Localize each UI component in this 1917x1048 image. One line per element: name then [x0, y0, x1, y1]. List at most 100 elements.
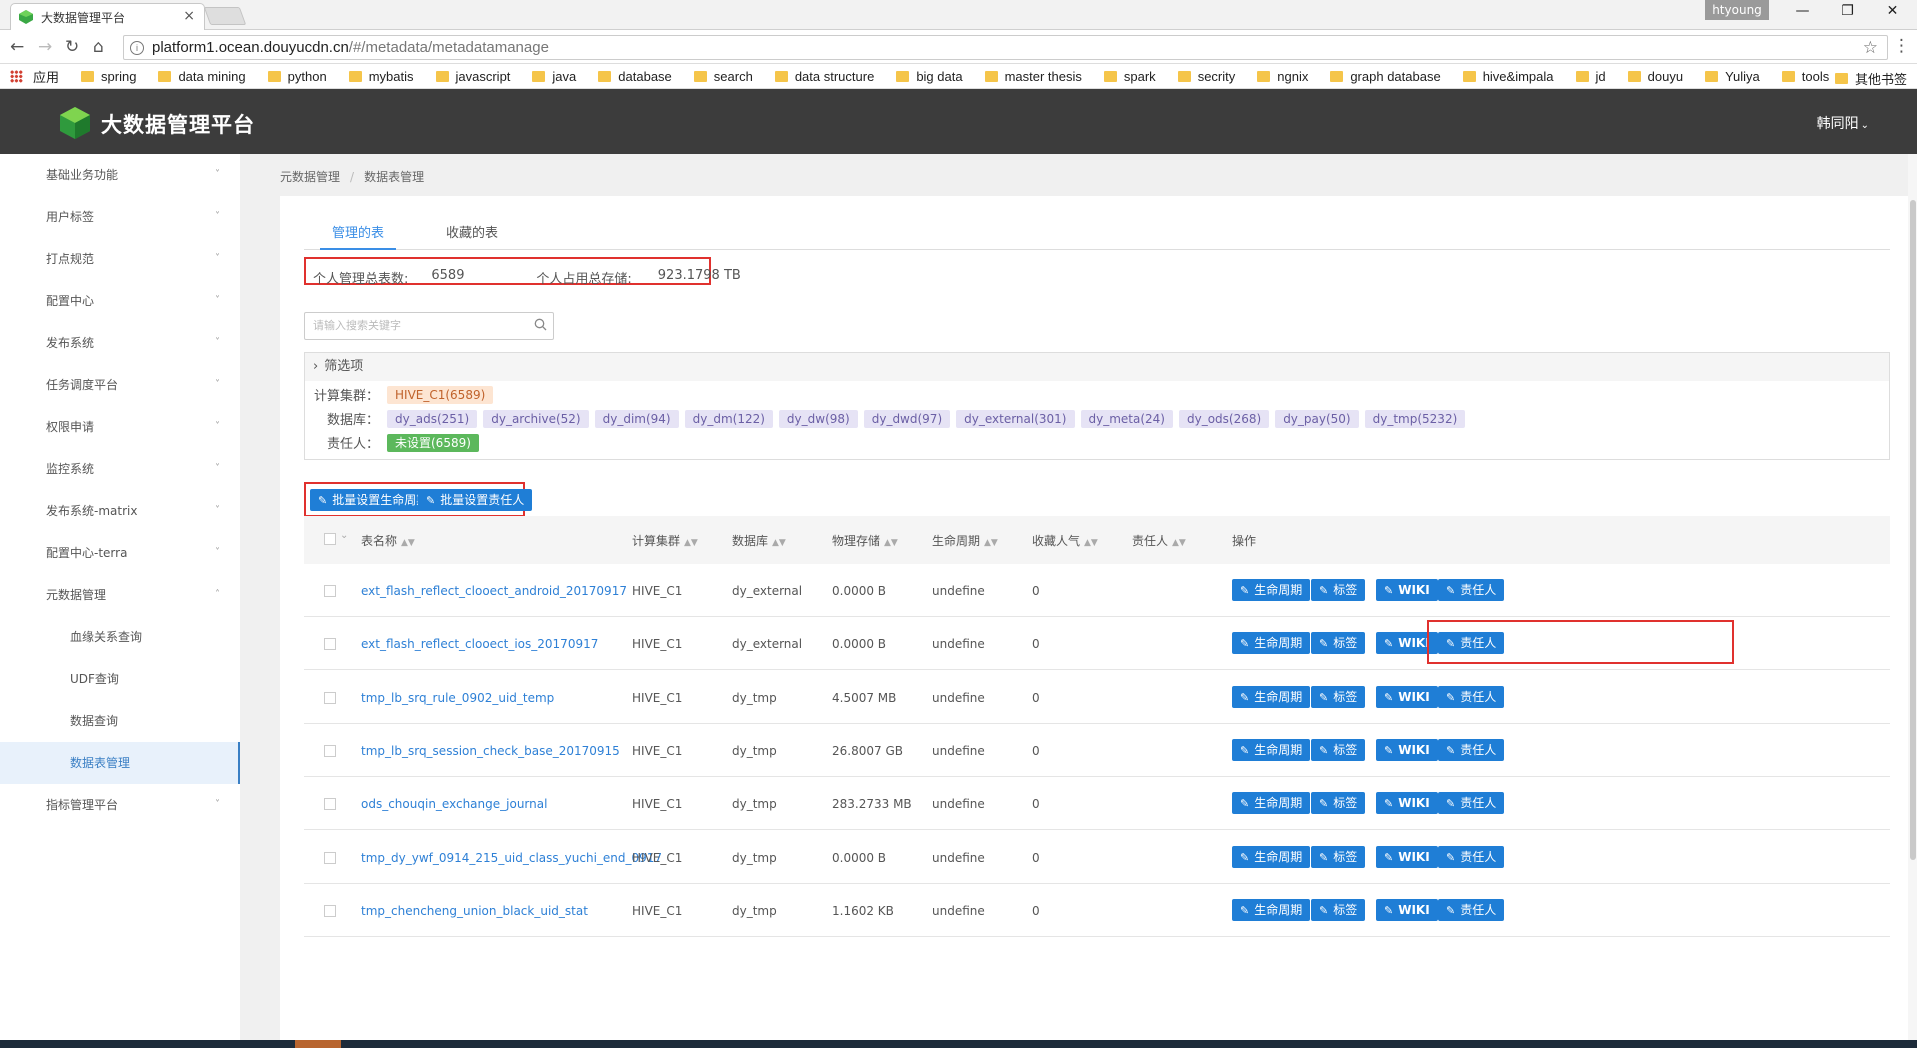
row-checkbox[interactable] — [324, 851, 336, 864]
database-chip[interactable]: dy_external(301) — [956, 409, 1075, 428]
breadcrumb-item[interactable]: 元数据管理 — [280, 170, 340, 184]
lifecycle-button[interactable]: ✎ 生命周期 — [1232, 792, 1311, 815]
row-checkbox[interactable] — [324, 744, 336, 757]
database-chip[interactable]: dy_ads(251) — [387, 409, 478, 428]
sort-icon[interactable]: ▲▼ — [772, 538, 786, 548]
lifecycle-button[interactable]: ✎ 生命周期 — [1232, 738, 1311, 761]
home-icon[interactable]: ⌂ — [93, 37, 104, 57]
bookmark-folder[interactable]: spark — [1103, 69, 1156, 84]
sidebar-item[interactable]: 基础业务功能 ˅ — [0, 154, 240, 196]
bookmark-folder[interactable]: javascript — [435, 69, 510, 84]
sidebar-item[interactable]: 打点规范 ˅ — [0, 238, 240, 280]
table-name-link[interactable]: tmp_lb_srq_session_check_base_20170915 — [361, 744, 620, 758]
lifecycle-button[interactable]: ✎ 生命周期 — [1232, 579, 1311, 601]
chevron-down-icon[interactable]: ⌄ — [340, 530, 348, 541]
sidebar-subitem[interactable]: 血缘关系查询 — [0, 616, 240, 658]
owner-button[interactable]: ✎ 责任人 — [1438, 685, 1505, 708]
wiki-button[interactable]: ✎ WIKI — [1376, 898, 1438, 921]
tab-managed-tables[interactable]: 管理的表 — [320, 222, 397, 250]
bookmark-folder[interactable]: java — [532, 69, 576, 84]
bookmark-folder[interactable]: search — [693, 69, 753, 84]
cluster-chip[interactable]: HIVE_C1(6589) — [387, 385, 494, 404]
column-header[interactable]: 生命周期 ▲▼ — [932, 532, 998, 549]
profile-badge[interactable]: htyoung — [1705, 0, 1769, 20]
sort-icon[interactable]: ▲▼ — [984, 538, 998, 548]
tag-button[interactable]: ✎ 标签 — [1311, 632, 1366, 655]
restore-icon[interactable]: ❐ — [1825, 3, 1870, 25]
sidebar-item[interactable]: 发布系统-matrix ˅ — [0, 490, 240, 532]
browser-tab[interactable]: 大数据管理平台 × — [10, 3, 205, 30]
tab-close-icon[interactable]: × — [183, 8, 195, 24]
column-header[interactable]: 表名称 ▲▼ — [361, 532, 415, 549]
sidebar-subitem[interactable]: 数据查询 — [0, 700, 240, 742]
sidebar-item[interactable]: 发布系统 ˅ — [0, 322, 240, 364]
tag-button[interactable]: ✎ 标签 — [1311, 738, 1366, 761]
bookmark-folder[interactable]: data mining — [158, 69, 246, 84]
table-name-link[interactable]: tmp_lb_srq_rule_0902_uid_temp — [361, 691, 554, 705]
minimize-icon[interactable]: — — [1780, 3, 1825, 25]
owner-button[interactable]: ✎ 责任人 — [1438, 845, 1505, 868]
forward-icon[interactable]: → — [38, 37, 52, 57]
bookmark-folder[interactable]: jd — [1575, 69, 1606, 84]
bookmark-folder[interactable]: graph database — [1330, 69, 1441, 84]
sidebar-item[interactable]: 指标管理平台 ˅ — [0, 784, 240, 826]
table-name-link[interactable]: ext_flash_reflect_clooect_ios_20170917 — [361, 637, 598, 651]
bookmark-apps[interactable]: 应用 — [10, 67, 59, 86]
close-window-icon[interactable]: ✕ — [1870, 3, 1915, 25]
sidebar-item[interactable]: 用户标签 ˅ — [0, 196, 240, 238]
row-checkbox[interactable] — [324, 638, 336, 651]
table-name-link[interactable]: ods_chouqin_exchange_journal — [361, 797, 547, 811]
owner-button[interactable]: ✎ 责任人 — [1438, 792, 1505, 815]
bookmark-folder[interactable]: Yuliya — [1705, 69, 1760, 84]
wiki-button[interactable]: ✎ WIKI — [1376, 685, 1438, 708]
user-menu[interactable]: 韩同阳 ⌄ — [1817, 113, 1869, 133]
scrollbar-thumb[interactable] — [1910, 200, 1916, 860]
select-all-checkbox[interactable] — [324, 533, 336, 545]
table-name-link[interactable]: tmp_chencheng_union_black_uid_stat — [361, 904, 588, 918]
tag-button[interactable]: ✎ 标签 — [1311, 792, 1366, 815]
bookmark-folder[interactable]: master thesis — [984, 69, 1082, 84]
wiki-button[interactable]: ✎ WIKI — [1376, 845, 1438, 868]
row-checkbox[interactable] — [324, 904, 336, 917]
sidebar-item[interactable]: 配置中心 ˅ — [0, 280, 240, 322]
database-chip[interactable]: dy_archive(52) — [483, 409, 589, 428]
row-checkbox[interactable] — [324, 691, 336, 704]
sort-icon[interactable]: ▲▼ — [684, 538, 698, 548]
sidebar-subitem[interactable]: UDF查询 — [0, 658, 240, 700]
search-icon[interactable] — [534, 318, 547, 331]
database-chip[interactable]: dy_meta(24) — [1080, 409, 1173, 428]
wiki-button[interactable]: ✎ WIKI — [1376, 579, 1438, 601]
filter-header[interactable]: › 筛选项 — [305, 353, 1889, 381]
database-chip[interactable]: dy_ods(268) — [1178, 409, 1270, 428]
bookmark-star-icon[interactable]: ☆ — [1863, 38, 1878, 58]
batch-owner-button[interactable]: ✎ 批量设置责任人 — [418, 489, 533, 511]
owner-chip[interactable]: 未设置(6589) — [387, 433, 479, 452]
sidebar-item[interactable]: 元数据管理 ˄ — [0, 574, 240, 616]
owner-button[interactable]: ✎ 责任人 — [1438, 898, 1505, 921]
database-chip[interactable]: dy_dw(98) — [778, 409, 858, 428]
lifecycle-button[interactable]: ✎ 生命周期 — [1232, 685, 1311, 708]
table-name-link[interactable]: ext_flash_reflect_clooect_android_201709… — [361, 584, 627, 598]
column-header[interactable]: 收藏人气 ▲▼ — [1032, 532, 1098, 549]
database-chip[interactable]: dy_dwd(97) — [863, 409, 951, 428]
column-header[interactable]: 责任人 ▲▼ — [1132, 532, 1186, 549]
bookmark-folder[interactable]: tools — [1781, 69, 1829, 84]
database-chip[interactable]: dy_dm(122) — [684, 409, 773, 428]
bookmark-folder[interactable]: ngnix — [1257, 69, 1308, 84]
reload-icon[interactable]: ↻ — [65, 37, 79, 57]
lifecycle-button[interactable]: ✎ 生命周期 — [1232, 898, 1311, 921]
owner-button[interactable]: ✎ 责任人 — [1438, 738, 1505, 761]
database-chip[interactable]: dy_dim(94) — [594, 409, 679, 428]
sort-icon[interactable]: ▲▼ — [1084, 538, 1098, 548]
bookmark-folder[interactable]: big data — [896, 69, 963, 84]
column-header[interactable]: 数据库 ▲▼ — [732, 532, 786, 549]
tag-button[interactable]: ✎ 标签 — [1311, 898, 1366, 921]
new-tab-button[interactable] — [203, 7, 247, 25]
column-header[interactable]: 计算集群 ▲▼ — [632, 532, 698, 549]
bookmark-folder[interactable]: python — [267, 69, 327, 84]
row-checkbox[interactable] — [324, 585, 336, 597]
bookmark-folder[interactable]: data structure — [774, 69, 874, 84]
tag-button[interactable]: ✎ 标签 — [1311, 685, 1366, 708]
bookmark-folder[interactable]: douyu — [1627, 69, 1683, 84]
sort-icon[interactable]: ▲▼ — [884, 538, 898, 548]
